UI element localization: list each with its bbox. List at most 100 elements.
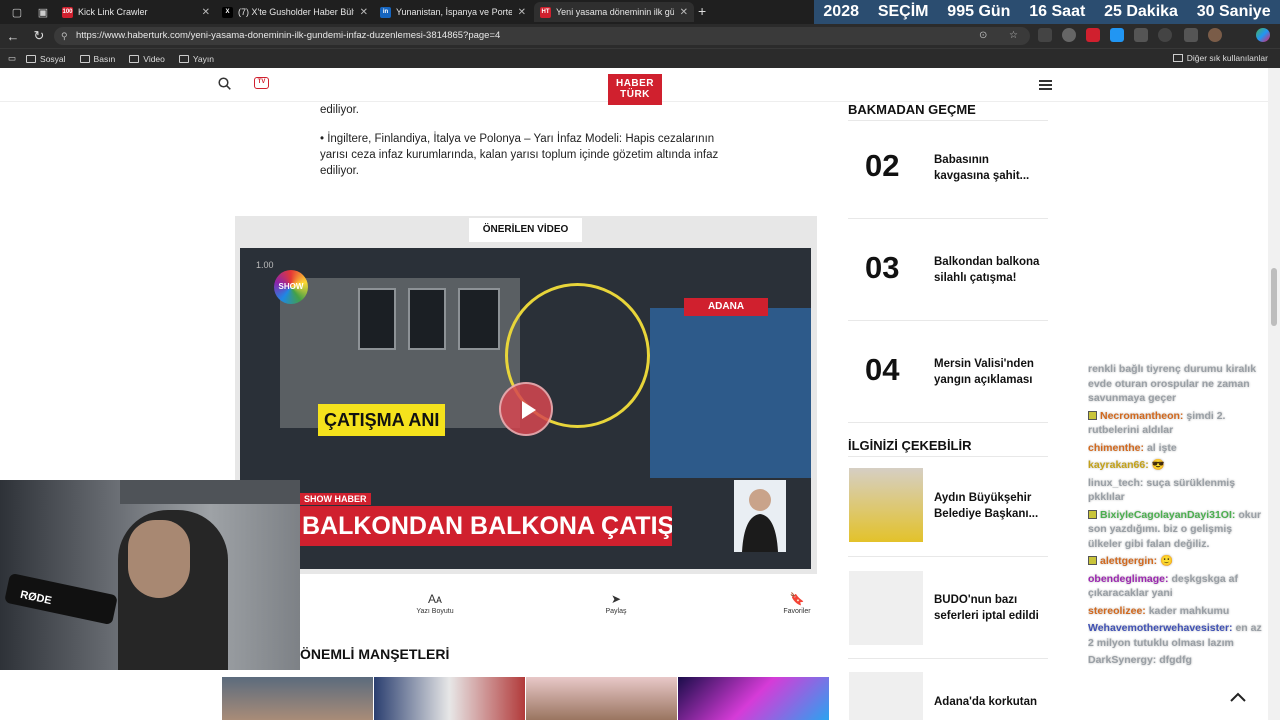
ranked-story-link[interactable]: Babasının kavgasına şahit... (934, 152, 1044, 184)
headline-thumbnail[interactable] (222, 677, 373, 720)
video-frame-window (358, 288, 396, 350)
back-arrow-icon[interactable]: ← (0, 29, 26, 44)
rank-number: 03 (865, 250, 900, 285)
site-header: TV HABER TÜRK (0, 68, 1268, 105)
new-tab-plus-icon[interactable]: + (698, 3, 706, 19)
headline-thumbnail[interactable] (526, 677, 677, 720)
chat-username: chimenthe: (1088, 441, 1145, 454)
chat-username: linux_tech: (1088, 476, 1144, 489)
chat-text: 🙂 (1160, 555, 1174, 567)
tab-favicon-icon: 100 (62, 6, 73, 18)
video-frame-window (458, 288, 500, 350)
logo-line-1: HABER (615, 78, 655, 89)
scrollbar-thumb[interactable] (1271, 268, 1277, 326)
ranked-story-link[interactable]: Mersin Valisi'nden yangın açıklaması (934, 356, 1044, 388)
tab-favicon-icon: in (380, 6, 391, 18)
tool-label: Paylaş (605, 608, 627, 615)
bookmarks-bar: ▭ Sosyal Basın Video Yayın Diğer sık kul… (0, 48, 1280, 68)
extensions-puzzle-icon[interactable] (1158, 28, 1172, 42)
copilot-icon[interactable] (1256, 28, 1270, 42)
play-button[interactable] (499, 382, 553, 436)
share-arrow-icon: ➤ (610, 592, 622, 606)
url-text: https://www.haberturk.com/yeni-yasama-do… (76, 30, 501, 41)
chevron-up-icon[interactable] (1229, 689, 1247, 707)
favorites-icon[interactable] (1184, 28, 1198, 42)
bookmark-label: Sosyal (40, 53, 66, 64)
folder-icon (79, 54, 90, 63)
address-bar[interactable]: ⚲ https://www.haberturk.com/yeni-yasama-… (54, 27, 1030, 45)
favorite-star-icon[interactable]: ☆ (1009, 27, 1018, 45)
divider (848, 120, 1048, 121)
logo-line-2: TÜRK (620, 89, 650, 100)
x-logo-icon: X (222, 6, 233, 18)
tab-actions-icon[interactable]: ▣ (34, 3, 52, 21)
story-thumbnail[interactable] (849, 468, 923, 542)
sidebar-section-title: BAKMADAN GEÇME (848, 102, 976, 117)
video-player[interactable]: 1.00 SHOW ADANA ÇATIŞMA ANI SHOW HABER B… (240, 248, 811, 569)
video-brand-tag: SHOW HABER (300, 493, 371, 505)
divider (848, 422, 1048, 423)
tab-close-icon[interactable]: ✕ (360, 7, 368, 18)
story-thumbnail[interactable] (849, 672, 923, 720)
extension-icon[interactable] (1062, 28, 1076, 42)
chat-text: al işte (1146, 441, 1177, 454)
divider (848, 556, 1048, 557)
chat-username: DarkSynergy: (1088, 654, 1157, 666)
extension-icon[interactable] (1134, 28, 1148, 42)
chat-username: kayrakan66: (1088, 459, 1149, 471)
hamburger-menu-icon[interactable] (1039, 80, 1052, 90)
tab-close-icon[interactable]: ✕ (202, 7, 210, 18)
tab-close-icon[interactable]: ✕ (518, 7, 526, 18)
tv-label: TV (257, 79, 266, 85)
story-link[interactable]: BUDO'nun bazı seferleri iptal edildi (934, 592, 1044, 624)
bookmark-folder-yayin[interactable]: Yayın (178, 53, 214, 64)
divider (848, 218, 1048, 219)
tv-icon[interactable]: TV (254, 77, 269, 89)
divider (848, 320, 1048, 321)
bookmark-folder-video[interactable]: Video (129, 54, 165, 64)
extension-icon[interactable] (1110, 28, 1124, 42)
bookmark-folder-sosyal[interactable]: Sosyal (26, 54, 66, 64)
chat-text: 😎 (1151, 459, 1165, 471)
headline-thumbnail[interactable] (678, 677, 829, 720)
search-icon[interactable] (218, 77, 231, 90)
chat-message: obendeglimage: deşkgskga af çıkaracaklar… (1088, 572, 1268, 601)
tab-yeni-yasama[interactable]: HT Yeni yasama döneminin ilk günde ✕ (534, 2, 694, 22)
share-tool[interactable]: ➤ Paylaş (591, 592, 641, 615)
reader-icon[interactable]: ⊙ (979, 27, 987, 45)
extension-icon[interactable] (1038, 28, 1052, 42)
bookmark-label: Basın (93, 53, 116, 64)
font-size-tool[interactable]: Aᴀ Yazı Boyutu (410, 592, 460, 615)
page-scrollbar[interactable] (1268, 68, 1280, 720)
profile-avatar-icon[interactable] (1208, 28, 1222, 42)
streamer-face (128, 520, 190, 598)
chat-badge-icon (1088, 509, 1097, 519)
tool-label: Yazı Boyutu (416, 608, 454, 615)
haberturk-logo[interactable]: HABER TÜRK (608, 74, 662, 105)
story-thumbnail[interactable] (849, 571, 923, 645)
bookmark-folder-basin[interactable]: Basın (79, 53, 116, 64)
article-paragraph: ediliyor. (320, 104, 359, 116)
tab-x-gusholder[interactable]: X (7) X'te Gusholder Haber Bülteni ✕ (216, 2, 374, 22)
tab-close-icon[interactable]: ✕ (680, 7, 688, 18)
bookmark-label: Video (143, 53, 165, 64)
bookmarks-icon[interactable]: ▭ (8, 53, 16, 64)
chat-username: BixiyleCagolayanDayi31OI: (1100, 508, 1236, 521)
story-link[interactable]: Adana'da korkutan (934, 694, 1044, 710)
workspaces-icon[interactable]: ▢ (8, 3, 26, 21)
divider (848, 658, 1048, 659)
extension-icon[interactable] (1086, 28, 1100, 42)
tab-title: Kick Link Crawler (78, 7, 148, 17)
headline-thumbnail[interactable] (374, 677, 525, 720)
other-bookmarks[interactable]: Diğer sık kullanılanlar (1172, 53, 1268, 63)
tab-kick-link-crawler[interactable]: 100 Kick Link Crawler ✕ (56, 2, 216, 22)
favorites-tool[interactable]: 🔖 Favoriler (772, 592, 822, 615)
article-bullet: • İngiltere, Finlandiya, İtalya ve Polon… (320, 133, 719, 177)
tab-title: (7) X'te Gusholder Haber Bülteni (238, 7, 354, 17)
refresh-icon[interactable]: ↻ (26, 28, 52, 44)
bookmark-label: Yayın (192, 53, 214, 64)
tab-yunanistan[interactable]: in Yunanistan, İspanya ve Portekiz'de ✕ (374, 2, 532, 22)
story-link[interactable]: Aydın Büyükşehir Belediye Başkanı... (934, 490, 1044, 522)
ranked-story-link[interactable]: Balkondan balkona silahlı çatışma! (934, 254, 1044, 286)
site-info-icon[interactable]: ⚲ (61, 27, 68, 45)
